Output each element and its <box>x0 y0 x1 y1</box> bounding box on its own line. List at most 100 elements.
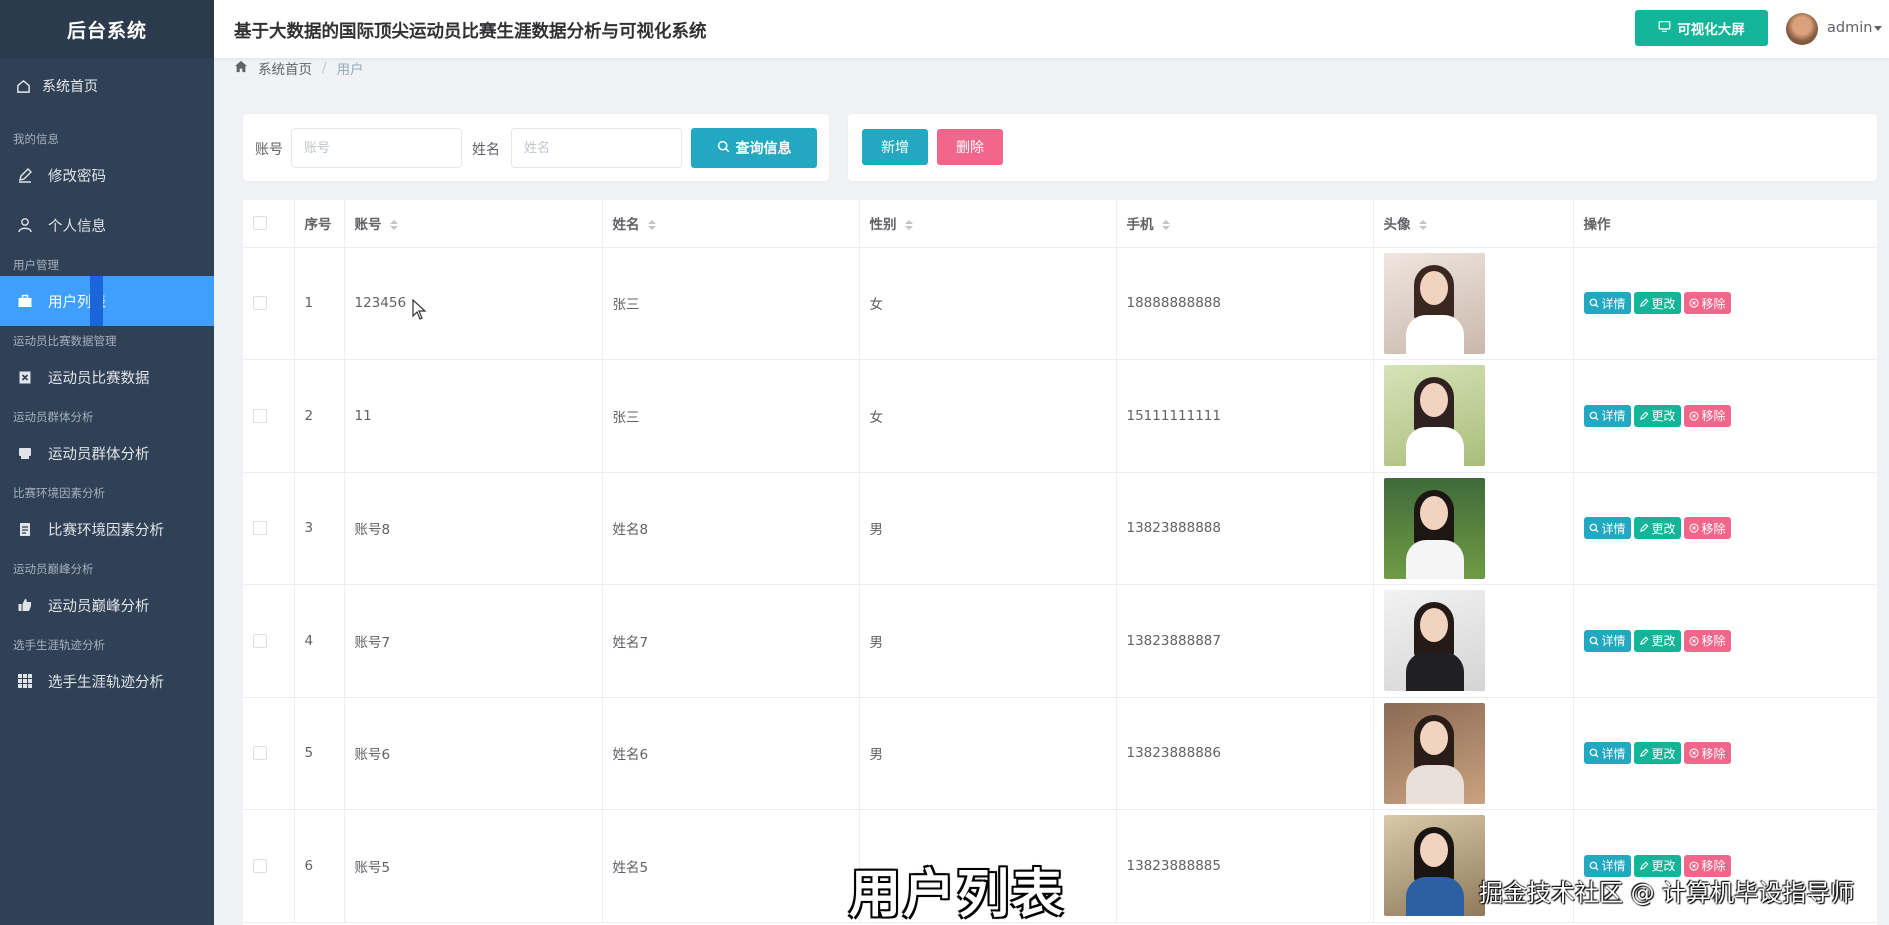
column-header[interactable]: 手机 <box>1116 200 1374 248</box>
phone-cell: 13823888887 <box>1116 584 1374 698</box>
sort-icon[interactable] <box>904 220 913 231</box>
edit-button[interactable]: 更改 <box>1633 742 1681 765</box>
account-cell: 账号7 <box>344 584 603 698</box>
avatar[interactable] <box>1786 13 1818 45</box>
row-checkbox[interactable] <box>253 408 267 423</box>
visual-screen-button[interactable]: 可视化大屏 <box>1635 10 1768 46</box>
sidebar-item-match-data[interactable]: 运动员比赛数据 <box>0 352 214 402</box>
menu-group-title: 运动员群体分析 <box>13 410 94 424</box>
detail-button[interactable]: 详情 <box>1583 629 1631 652</box>
search-icon <box>1589 748 1599 758</box>
table-row[interactable]: 1 123456 张三 女 18888888888 详情 更改 移除 <box>243 247 1877 360</box>
row-select-cell <box>243 809 295 923</box>
edit-button[interactable]: 更改 <box>1633 517 1681 540</box>
name-search-input[interactable] <box>511 128 682 168</box>
detail-label: 详情 <box>1601 746 1626 761</box>
avatar-image[interactable] <box>1383 252 1485 354</box>
column-header-label: 性别 <box>869 217 897 234</box>
column-header[interactable]: 账号 <box>344 200 603 248</box>
row-checkbox[interactable] <box>253 296 267 311</box>
edit-icon <box>1639 298 1649 308</box>
remove-button[interactable]: 移除 <box>1683 742 1731 765</box>
close-circle-icon <box>1688 411 1699 421</box>
edit-button[interactable]: 更改 <box>1633 404 1681 427</box>
actions-cell: 详情 更改 移除 <box>1573 247 1877 360</box>
avatar-image[interactable] <box>1383 365 1485 467</box>
sort-icon[interactable] <box>1161 220 1170 231</box>
row-checkbox[interactable] <box>253 633 267 648</box>
gender-cell: 女 <box>859 247 1117 360</box>
remove-button[interactable]: 移除 <box>1683 404 1731 427</box>
detail-label: 详情 <box>1601 634 1626 649</box>
select-all-checkbox[interactable] <box>253 216 267 231</box>
sidebar-item-change-password[interactable]: 修改密码 <box>0 150 214 200</box>
detail-button[interactable]: 详情 <box>1583 404 1631 427</box>
edit-label: 更改 <box>1651 521 1676 536</box>
delete-button[interactable]: 删除 <box>937 129 1003 165</box>
row-checkbox[interactable] <box>253 521 267 536</box>
phone-cell: 13823888885 <box>1116 809 1374 923</box>
query-button[interactable]: 查询信息 <box>691 128 817 168</box>
sort-icon[interactable] <box>389 220 398 231</box>
account-cell: 11 <box>344 359 603 473</box>
row-checkbox[interactable] <box>253 746 267 761</box>
remove-button[interactable]: 移除 <box>1683 292 1731 315</box>
sidebar-item-environment-analysis[interactable]: 比赛环境因素分析 <box>0 504 214 554</box>
column-header[interactable]: 姓名 <box>602 200 860 248</box>
avatar-image[interactable] <box>1383 815 1485 917</box>
name-cell: 张三 <box>602 247 860 360</box>
mouse-cursor-icon <box>412 299 427 320</box>
printer-icon <box>16 444 34 462</box>
table-row[interactable]: 4 账号7 姓名7 男 13823888887 详情 更改 移除 <box>243 584 1877 698</box>
remove-button[interactable]: 移除 <box>1683 517 1731 540</box>
sidebar-item-user-list[interactable]: 用户列表 <box>0 276 214 326</box>
avatar-cell <box>1373 697 1574 810</box>
avatar-image[interactable] <box>1383 477 1485 579</box>
sidebar-item-career-analysis[interactable]: 选手生涯轨迹分析 <box>0 656 214 706</box>
search-icon <box>1589 523 1599 533</box>
edit-button[interactable]: 更改 <box>1633 629 1681 652</box>
close-circle-icon <box>1688 636 1699 646</box>
row-checkbox[interactable] <box>253 858 267 873</box>
sort-icon[interactable] <box>1418 220 1427 231</box>
actions-cell: 详情 更改 移除 <box>1573 697 1877 810</box>
sidebar-item-home[interactable]: 系统首页 <box>0 58 214 114</box>
edit-icon <box>1639 411 1649 420</box>
select-all-cell <box>243 200 295 248</box>
edit-label: 更改 <box>1651 859 1676 874</box>
name-cell: 张三 <box>602 359 860 473</box>
account-search-input[interactable] <box>291 128 462 168</box>
sidebar-item-profile[interactable]: 个人信息 <box>0 200 214 250</box>
briefcase-icon <box>16 292 34 310</box>
watermark: 掘金技术社区 @ 计算机毕设指导师 <box>1479 879 1855 907</box>
column-header: 操作 <box>1573 200 1877 248</box>
detail-button[interactable]: 详情 <box>1583 517 1631 540</box>
menu-group-title: 运动员巅峰分析 <box>13 562 94 576</box>
avatar-image[interactable] <box>1383 702 1485 804</box>
column-header[interactable]: 头像 <box>1373 200 1574 248</box>
sidebar-item-group-analysis[interactable]: 运动员群体分析 <box>0 428 214 478</box>
breadcrumb-home[interactable]: 系统首页 <box>258 58 312 78</box>
column-header[interactable]: 性别 <box>859 200 1117 248</box>
detail-button[interactable]: 详情 <box>1583 292 1631 315</box>
sort-icon[interactable] <box>647 220 656 231</box>
table-row[interactable]: 5 账号6 姓名6 男 13823888886 详情 更改 移除 <box>243 697 1877 810</box>
edit-icon <box>16 166 34 184</box>
detail-button[interactable]: 详情 <box>1583 742 1631 765</box>
home-icon <box>234 60 248 77</box>
caret-down-icon[interactable] <box>1874 26 1882 31</box>
sidebar-item-label: 个人信息 <box>48 218 106 235</box>
user-menu-name[interactable]: admin <box>1827 20 1872 36</box>
table-row[interactable]: 3 账号8 姓名8 男 13823888888 详情 更改 移除 <box>243 472 1877 585</box>
table-row[interactable]: 2 11 张三 女 15111111111 详情 更改 移除 <box>243 359 1877 473</box>
sidebar-item-peak-analysis[interactable]: 运动员巅峰分析 <box>0 580 214 630</box>
remove-button[interactable]: 移除 <box>1683 629 1731 652</box>
account-label: 账号 <box>255 142 283 158</box>
page-title: 基于大数据的国际顶尖运动员比赛生涯数据分析与可视化系统 <box>234 22 707 42</box>
add-button[interactable]: 新增 <box>862 129 928 165</box>
account-cell: 账号6 <box>344 697 603 810</box>
name-cell: 姓名6 <box>602 697 860 810</box>
edit-button[interactable]: 更改 <box>1633 292 1681 315</box>
breadcrumb-current: 用户 <box>336 62 364 78</box>
avatar-image[interactable] <box>1383 590 1485 692</box>
